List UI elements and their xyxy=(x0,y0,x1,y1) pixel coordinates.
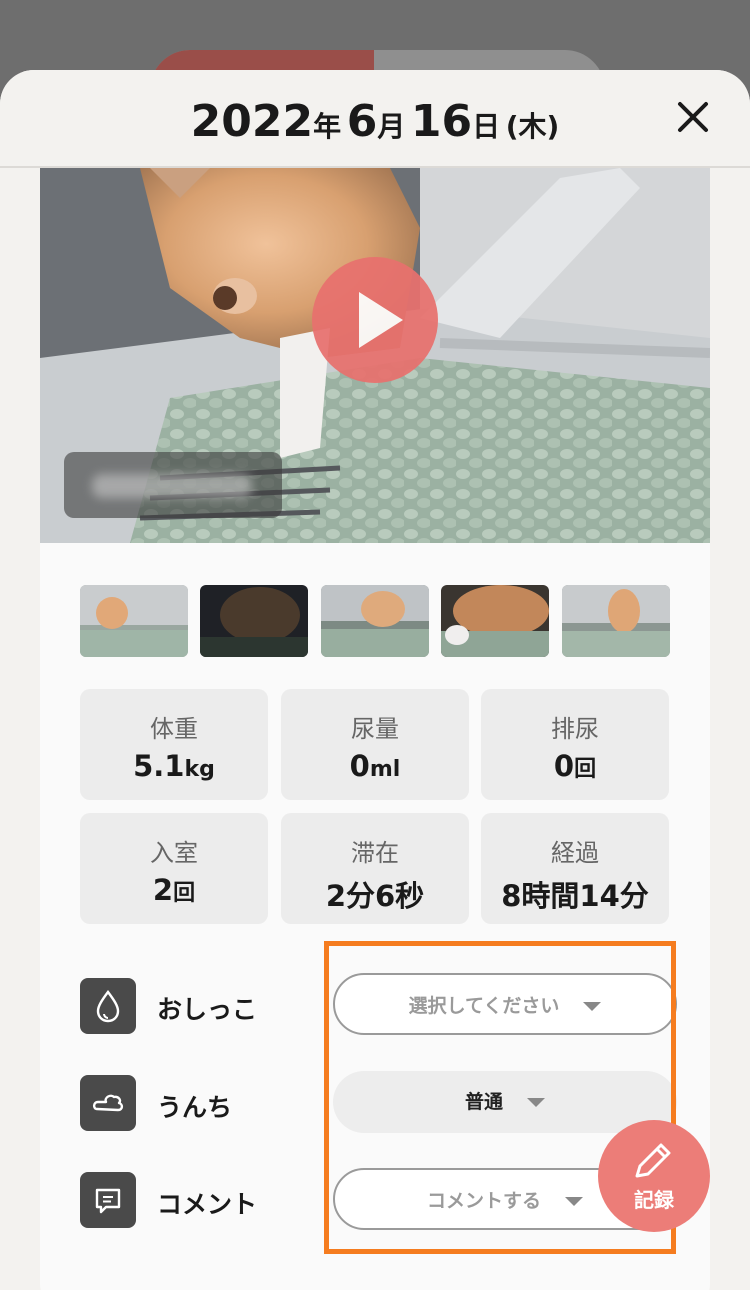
stat-value: 5.1kg xyxy=(133,749,215,783)
close-icon[interactable] xyxy=(674,98,712,136)
stat-value: 2回 xyxy=(152,873,196,907)
stat-label: 排尿 xyxy=(551,715,599,743)
stat-label: 体重 xyxy=(150,715,198,743)
stat-entries: 入室 2回 xyxy=(80,813,268,924)
month-unit: 月 xyxy=(377,110,406,143)
stat-elapsed: 経過 8時間14分 xyxy=(481,813,669,924)
stat-label: 尿量 xyxy=(351,715,399,743)
record-button[interactable]: 記録 xyxy=(598,1120,710,1232)
year-unit: 年 xyxy=(313,110,342,143)
comment-label: コメント xyxy=(157,1190,258,1219)
pencil-icon xyxy=(635,1143,671,1178)
stat-stay: 滞在 2分6秒 xyxy=(281,813,469,924)
stat-value: 0回 xyxy=(553,749,597,783)
year: 2022 xyxy=(190,96,314,147)
play-icon[interactable] xyxy=(312,257,438,383)
video-caption xyxy=(64,452,282,518)
stat-weight: 体重 5.1kg xyxy=(80,689,268,800)
stat-label: 滞在 xyxy=(351,839,399,867)
stat-label: 入室 xyxy=(150,839,198,867)
video-player[interactable] xyxy=(40,168,710,543)
weekday: (木) xyxy=(505,110,560,143)
stat-urine-volume: 尿量 0ml xyxy=(281,689,469,800)
thumbnail-4[interactable] xyxy=(441,585,549,657)
thumbnail-2[interactable] xyxy=(200,585,308,657)
stat-value: 2分6秒 xyxy=(325,879,425,913)
month: 6 xyxy=(346,96,378,147)
droplet-icon xyxy=(80,978,136,1034)
stat-value: 0ml xyxy=(349,749,401,783)
sheet-header: 2022年 6月 16日 (木) xyxy=(0,70,750,168)
day: 16 xyxy=(410,96,473,147)
stat-label: 経過 xyxy=(551,839,599,867)
thumbnail-1[interactable] xyxy=(80,585,188,657)
stat-value: 8時間14分 xyxy=(501,879,649,913)
record-label: 記録 xyxy=(634,1188,674,1212)
day-unit: 日 xyxy=(472,110,501,143)
thumbnail-3[interactable] xyxy=(321,585,429,657)
pee-label: おしっこ xyxy=(157,995,258,1024)
stat-urination: 排尿 0回 xyxy=(481,689,669,800)
page-title: 2022年 6月 16日 (木) xyxy=(0,96,750,147)
comment-icon xyxy=(80,1172,136,1228)
thumbnail-5[interactable] xyxy=(562,585,670,657)
poop-label: うんち xyxy=(157,1093,233,1122)
poop-icon xyxy=(80,1075,136,1131)
